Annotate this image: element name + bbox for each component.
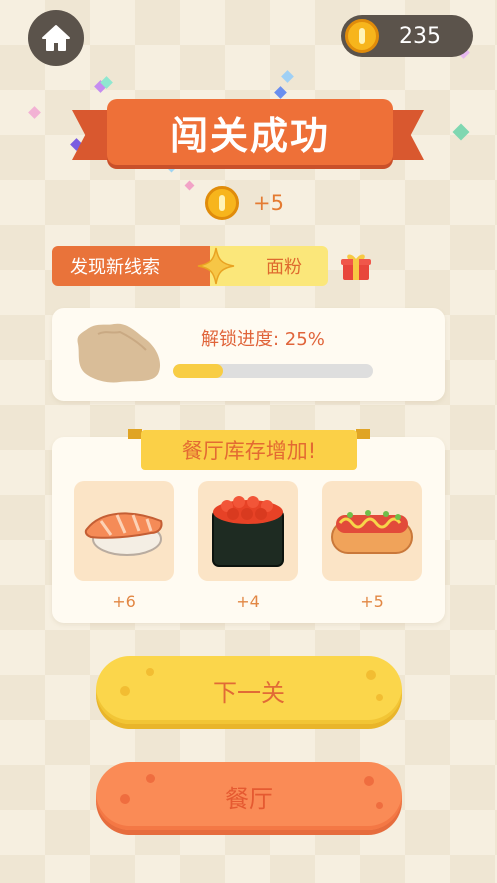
food-count-hotdog: +5 xyxy=(360,592,384,611)
restaurant-label: 餐厅 xyxy=(225,784,273,813)
coin-reward: +5 xyxy=(205,186,284,220)
level-complete-title: 闯关成功 xyxy=(169,113,330,158)
clue-item-name: 面粉 xyxy=(266,257,302,278)
confetti xyxy=(274,86,287,99)
food-item-roe-gunkan xyxy=(198,481,298,581)
unlock-progress-label: 解锁进度: 25% xyxy=(201,329,325,350)
level-complete-banner: 闯关成功 xyxy=(107,99,393,165)
banner-tab-left xyxy=(128,429,142,439)
flour-pile-icon xyxy=(77,323,161,383)
food-item-hotdog xyxy=(322,481,422,581)
hotdog-icon xyxy=(331,510,413,554)
home-icon xyxy=(42,25,70,51)
next-level-label: 下一关 xyxy=(213,678,285,707)
unlock-progress-bar xyxy=(173,364,373,378)
coin-balance-value: 235 xyxy=(399,23,441,49)
food-item-salmon-sushi xyxy=(74,481,174,581)
new-clue-label: 发现新线索 xyxy=(70,257,160,278)
stock-increase-banner: 餐厅库存增加! xyxy=(141,430,357,470)
stock-increase-title: 餐厅库存增加! xyxy=(181,439,317,463)
restaurant-button[interactable]: 餐厅 xyxy=(96,762,402,830)
roe-gunkan-icon xyxy=(212,496,284,567)
coin-icon xyxy=(345,19,379,53)
unlock-progress-fill xyxy=(173,364,223,378)
confetti xyxy=(452,123,470,141)
coin-icon xyxy=(205,186,239,220)
confetti xyxy=(281,70,294,83)
food-count-salmon-sushi: +6 xyxy=(112,592,136,611)
coin-reward-amount: +5 xyxy=(253,191,284,215)
sparkle-icon xyxy=(197,247,235,285)
home-button[interactable] xyxy=(28,10,84,66)
banner-tab-right xyxy=(356,429,370,439)
confetti xyxy=(28,106,41,119)
gift-icon[interactable] xyxy=(340,250,372,282)
confetti xyxy=(184,180,195,191)
next-level-button[interactable]: 下一关 xyxy=(96,656,402,724)
coin-balance: 235 xyxy=(341,15,473,57)
food-count-roe-gunkan: +4 xyxy=(236,592,260,611)
salmon-sushi-icon xyxy=(84,512,163,556)
